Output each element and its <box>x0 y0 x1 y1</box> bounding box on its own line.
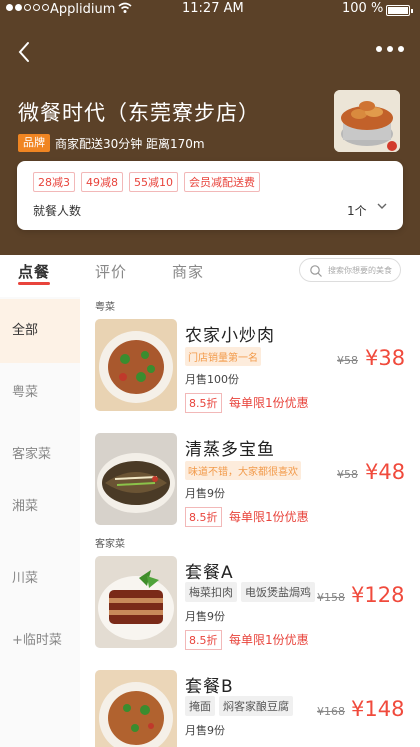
dish-tag: 掩面 <box>185 696 215 716</box>
promo-list: 28减3 49减8 55减10 会员减配送费 <box>33 172 260 192</box>
dish-tag: 梅菜扣肉 <box>185 582 237 602</box>
dish-original-price: ¥58 <box>337 354 358 367</box>
tab-merchant[interactable]: 商家 <box>172 261 204 282</box>
carrier-name: Applidium <box>50 2 116 17</box>
search-input[interactable]: 搜索你想要的美食 <box>299 258 401 282</box>
search-placeholder: 搜索你想要的美食 <box>328 266 392 275</box>
dish-item[interactable]: 农家小炒肉 门店销量第一名 月售100份 8.5折 每单限1份优惠 ¥58 ¥3… <box>95 319 406 413</box>
brand-badge: 品牌 <box>18 134 50 152</box>
sidebar-item-sichuan[interactable]: 川菜 <box>0 547 80 611</box>
dish-limit: 每单限1份优惠 <box>229 396 309 410</box>
back-button[interactable] <box>16 40 32 64</box>
battery-text: 100 % <box>342 1 384 16</box>
dish-item[interactable]: 套餐A 梅菜扣肉 电饭煲盐焗鸡 月售9份 8.5折 每单限1份优惠 ¥158 ¥… <box>95 556 405 650</box>
shop-name: 微餐时代（东莞寮步店） <box>18 101 260 125</box>
chevron-down-icon[interactable] <box>376 200 388 212</box>
section-title: 粤菜 <box>95 302 115 313</box>
dish-price: ¥38 <box>365 346 406 370</box>
dish-original-price: ¥158 <box>317 591 345 604</box>
dish-limit: 每单限1份优惠 <box>229 510 309 524</box>
wifi-icon <box>118 2 132 17</box>
dish-name: 清蒸多宝鱼 <box>185 440 275 460</box>
diners-label: 就餐人数 <box>33 204 82 218</box>
dish-limit: 每单限1份优惠 <box>229 633 309 647</box>
dish-price: ¥128 <box>351 583 405 607</box>
dish-original-price: ¥58 <box>337 468 358 481</box>
tab-order[interactable]: 点餐 <box>18 261 50 282</box>
dish-original-price: ¥168 <box>317 705 345 718</box>
back-arrow-icon <box>18 42 29 62</box>
promo-tag: 28减3 <box>33 172 75 192</box>
dish-tag: 味道不错，大家都很喜欢 <box>185 461 301 480</box>
status-time: 11:27 AM <box>182 1 244 16</box>
active-tab-indicator <box>18 282 50 285</box>
dish-monthly-sales: 月售9份 <box>185 487 225 500</box>
status-bar: Applidium 11:27 AM 100 % <box>0 0 420 20</box>
dish-discount: 8.5折 <box>185 630 222 650</box>
sidebar-item-hunan[interactable]: 湘菜 <box>0 475 80 539</box>
dish-tags: 梅菜扣肉 电饭煲盐焗鸡 <box>185 582 315 602</box>
signal-icon <box>6 4 49 11</box>
sidebar-item-cantonese[interactable]: 粤菜 <box>0 361 80 425</box>
promo-tag: 55减10 <box>129 172 178 192</box>
promo-card: 28减3 49减8 55减10 会员减配送费 就餐人数 1个 <box>17 161 403 230</box>
dish-price: ¥48 <box>365 460 406 484</box>
dish-discount: 8.5折 <box>185 507 222 527</box>
promo-tag: 会员减配送费 <box>184 172 260 192</box>
dish-name: 套餐B <box>185 677 234 697</box>
dish-price: ¥148 <box>351 697 405 721</box>
dish-image <box>95 670 177 747</box>
dish-monthly-sales: 月售100份 <box>185 373 239 386</box>
dish-image <box>95 556 177 648</box>
shop-header: Applidium 11:27 AM 100 % 微餐时代（东莞寮步店） 品牌 … <box>0 0 420 255</box>
dish-item[interactable]: 套餐B 掩面 焖客家酿豆腐 月售9份 ¥168 ¥148 <box>95 670 405 747</box>
dish-image <box>95 319 177 411</box>
dish-tags: 掩面 焖客家酿豆腐 <box>185 696 293 716</box>
dish-name: 农家小炒肉 <box>185 326 275 346</box>
dish-tag: 焖客家酿豆腐 <box>219 696 293 716</box>
dish-name: 套餐A <box>185 563 234 583</box>
section-title: 客家菜 <box>95 539 125 550</box>
more-button[interactable] <box>376 46 404 52</box>
delivery-time: 商家配送30分钟 <box>55 137 143 151</box>
dish-discount: 8.5折 <box>185 393 222 413</box>
diners-select[interactable]: 1个 <box>347 202 367 219</box>
dish-tag: 电饭煲盐焗鸡 <box>241 582 315 602</box>
dish-item[interactable]: 清蒸多宝鱼 味道不错，大家都很喜欢 月售9份 8.5折 每单限1份优惠 ¥58 … <box>95 433 406 527</box>
tab-reviews[interactable]: 评价 <box>95 261 127 282</box>
shop-logo-image <box>334 90 400 152</box>
category-sidebar: 全部 粤菜 客家菜 湘菜 川菜 +临时菜 <box>0 297 80 747</box>
dish-monthly-sales: 月售9份 <box>185 724 225 737</box>
battery-icon <box>386 5 413 16</box>
dish-monthly-sales: 月售9份 <box>185 610 225 623</box>
promo-tag: 49减8 <box>81 172 123 192</box>
dish-tag: 门店销量第一名 <box>185 347 261 366</box>
sidebar-item-temp-dish[interactable]: +临时菜 <box>0 609 80 673</box>
dish-image <box>95 433 177 525</box>
sidebar-item-all[interactable]: 全部 <box>0 299 80 363</box>
search-icon <box>310 265 322 277</box>
shop-distance: 距离170m <box>146 137 205 151</box>
